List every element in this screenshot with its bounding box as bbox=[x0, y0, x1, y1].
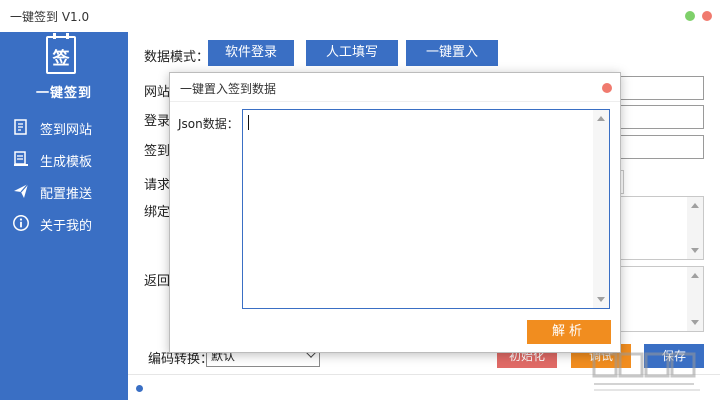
sidebar-item-sign-sites[interactable]: 签到网站 bbox=[0, 114, 128, 142]
mode-manual-fill-button[interactable]: 人工填写 bbox=[306, 40, 398, 66]
row-label-login: 登录 bbox=[144, 114, 171, 129]
sidebar-item-templates[interactable]: 生成模板 bbox=[0, 146, 128, 174]
sidebar-item-push-config[interactable]: 配置推送 bbox=[0, 178, 128, 206]
row-label-bind: 绑定 bbox=[144, 205, 171, 220]
json-label: Json数据： bbox=[178, 117, 239, 131]
return-scrollbar[interactable] bbox=[687, 267, 703, 331]
bind-scrollbar[interactable] bbox=[687, 197, 703, 259]
import-dialog: 一键置入签到数据 Json数据： 解析 bbox=[169, 72, 621, 353]
parse-button[interactable]: 解析 bbox=[527, 320, 611, 344]
dialog-divider bbox=[170, 101, 620, 102]
sidebar-item-label: 配置推送 bbox=[40, 187, 93, 202]
row-label-return: 返回 bbox=[144, 274, 171, 289]
json-scrollbar[interactable] bbox=[593, 110, 609, 308]
scroll-up-icon[interactable] bbox=[597, 116, 605, 121]
app-logo: 签 bbox=[46, 33, 76, 74]
dialog-close-button[interactable] bbox=[602, 83, 612, 93]
json-textarea[interactable] bbox=[242, 109, 610, 309]
scroll-up-icon[interactable] bbox=[691, 203, 699, 208]
sidebar-item-label: 签到网站 bbox=[40, 123, 93, 138]
minimize-button[interactable] bbox=[685, 11, 695, 21]
mode-label: 数据模式： bbox=[144, 50, 210, 65]
mode-one-click-import-button[interactable]: 一键置入 bbox=[406, 40, 498, 66]
sidebar-item-label: 生成模板 bbox=[40, 155, 93, 170]
scroll-down-icon[interactable] bbox=[691, 248, 699, 253]
sidebar-item-label: 关于我的 bbox=[40, 219, 93, 234]
info-icon bbox=[13, 215, 29, 231]
send-icon bbox=[14, 183, 29, 198]
scroll-down-icon[interactable] bbox=[691, 320, 699, 325]
row-label-request: 请求 bbox=[144, 178, 171, 193]
row-label-site: 网站 bbox=[144, 85, 171, 100]
window-title: 一键签到 V1.0 bbox=[10, 10, 90, 24]
logo-char: 签 bbox=[52, 49, 70, 69]
mode-software-login-button[interactable]: 软件登录 bbox=[208, 40, 294, 66]
edit-icon bbox=[14, 119, 27, 135]
template-icon bbox=[14, 151, 28, 166]
scroll-down-icon[interactable] bbox=[597, 297, 605, 302]
scroll-up-icon[interactable] bbox=[691, 273, 699, 278]
close-button[interactable] bbox=[702, 11, 712, 21]
title-bar: 一键签到 V1.0 bbox=[0, 0, 720, 32]
status-indicator bbox=[136, 385, 143, 392]
sidebar: 签 一键签到 签到网站 生成模板 配置推送 关于我的 bbox=[0, 32, 128, 400]
row-label-sign: 签到 bbox=[144, 144, 171, 159]
sidebar-item-about[interactable]: 关于我的 bbox=[0, 210, 128, 238]
text-caret bbox=[248, 115, 249, 130]
app-name: 一键签到 bbox=[35, 86, 92, 101]
dialog-title: 一键置入签到数据 bbox=[180, 82, 277, 96]
watermark-logo bbox=[592, 352, 700, 391]
